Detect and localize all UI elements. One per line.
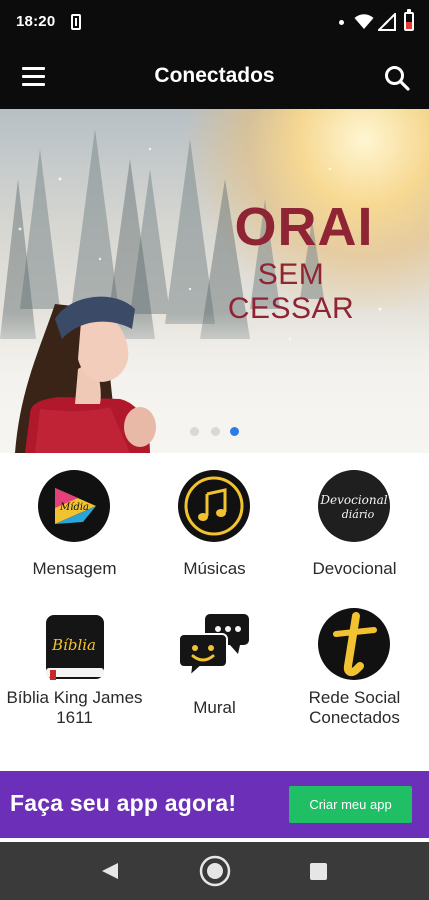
menu-item-mensagem[interactable]: Mídia Mensagem <box>3 454 146 604</box>
menu-item-rede-social[interactable]: Rede Social Conectados <box>283 598 426 748</box>
search-icon[interactable] <box>383 64 411 92</box>
menu-item-label: Devocional <box>312 559 397 578</box>
menu-icon[interactable] <box>22 67 46 87</box>
chat-bubbles-icon <box>178 610 250 682</box>
menu-item-label: Rede Social Conectados <box>308 688 401 727</box>
praying-woman-image <box>15 296 156 453</box>
menu-item-mural[interactable]: Mural <box>143 598 286 748</box>
carousel-dot-3[interactable] <box>230 427 239 436</box>
app-title: Conectados <box>154 64 275 87</box>
create-app-button[interactable]: Criar meu app <box>289 786 412 823</box>
svg-text:Devocional: Devocional <box>319 493 387 507</box>
banner-title: ORAI <box>234 197 374 257</box>
svg-text:Mídia: Mídia <box>59 502 89 513</box>
dot-icon <box>339 20 344 25</box>
carousel-dot-1[interactable] <box>190 427 199 436</box>
signal-icon <box>378 13 396 31</box>
svg-text:diário: diário <box>342 508 375 521</box>
music-note-icon <box>178 470 250 542</box>
svg-text:Bíblia: Bíblia <box>51 636 96 654</box>
menu-item-musicas[interactable]: Músicas <box>143 454 286 604</box>
menu-item-label: Mensagem <box>32 559 117 578</box>
carousel-indicator <box>188 426 248 438</box>
menu-item-label: Mural <box>193 698 236 717</box>
devocional-diario-icon: Devocional diário <box>318 470 390 542</box>
recents-icon[interactable] <box>310 863 327 880</box>
menu-item-biblia[interactable]: Bíblia Bíblia King James 1611 <box>3 598 146 748</box>
menu-item-devocional[interactable]: Devocional diário Devocional <box>283 454 426 604</box>
banner-subtitle: SEM CESSAR <box>227 258 355 325</box>
bible-book-icon: Bíblia <box>38 612 110 684</box>
app-bar: Conectados <box>0 46 429 109</box>
back-icon[interactable] <box>100 861 120 881</box>
menu-item-label: Bíblia King James 1611 <box>6 688 143 727</box>
letter-t-icon <box>318 608 390 680</box>
banner-carousel[interactable]: ORAI SEM CESSAR <box>0 109 429 453</box>
promo-text: Faça seu app agora! <box>10 790 237 816</box>
promo-banner[interactable]: Faça seu app agora! Criar meu app <box>0 771 429 838</box>
wifi-icon <box>354 14 374 29</box>
menu-item-label: Músicas <box>183 559 246 578</box>
play-mensagem-icon: Mídia <box>38 470 110 542</box>
notification-icon <box>71 14 81 30</box>
status-time: 18:20 <box>16 13 56 30</box>
home-icon[interactable] <box>199 855 231 887</box>
carousel-dot-2[interactable] <box>211 427 220 436</box>
status-bar: 18:20 <box>0 0 429 46</box>
system-nav-bar <box>0 842 429 900</box>
battery-icon <box>404 9 414 31</box>
